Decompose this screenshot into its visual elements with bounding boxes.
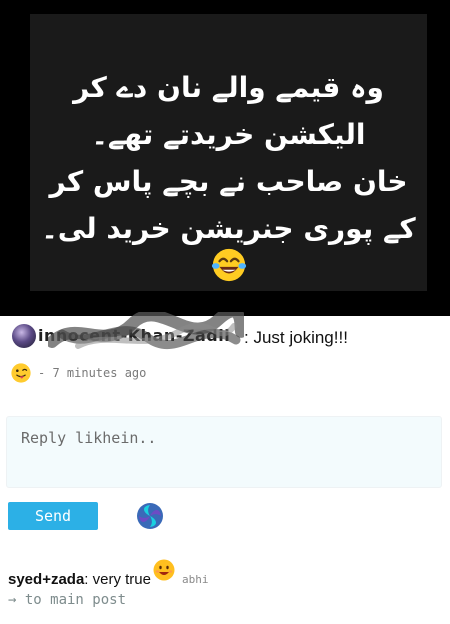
comment-text: : Just joking!!!: [244, 328, 348, 347]
post-image: وہ قیمے والے نان دے کر الیکشن خریدتے تھے…: [0, 0, 450, 316]
main-post-link[interactable]: → to main post: [8, 592, 126, 608]
reply-username[interactable]: syed+zada: [8, 571, 84, 588]
urdu-text: وہ قیمے والے نان دے کر الیکشن خریدتے تھے…: [30, 64, 427, 252]
reply: syed+zada : very true abhi: [8, 558, 444, 588]
username-wrap[interactable]: innocent-Khan-Zadii: [38, 312, 244, 352]
urdu-line-4: کے پوری جنریشن خرید لی۔: [41, 212, 416, 245]
laughing-tears-emoji-icon: [211, 248, 247, 282]
comment-username[interactable]: innocent-Khan-Zadii: [38, 326, 230, 345]
urdu-line-2: الیکشن خریدتے تھے۔: [91, 118, 366, 151]
swirl-loader-icon: [137, 503, 163, 529]
post-panel: وہ قیمے والے نان دے کر الیکشن خریدتے تھے…: [30, 14, 427, 291]
send-button[interactable]: Send: [8, 502, 98, 530]
reply-author: abhi: [181, 573, 209, 586]
comment-meta: - 7 minutes ago: [10, 362, 146, 384]
comment: innocent-Khan-Zadii : Just joking!!!: [8, 312, 444, 362]
avatar[interactable]: [12, 324, 36, 348]
urdu-line-1: وہ قیمے والے نان دے کر: [73, 71, 384, 104]
tongue-out-emoji-icon: [11, 363, 31, 383]
urdu-line-3: خان صاحب نے بچے پاس کر: [49, 165, 408, 198]
reply-text: : very true: [84, 571, 151, 588]
reply-input[interactable]: [6, 416, 442, 488]
grinning-emoji-icon: [153, 559, 175, 581]
comment-time: - 7 minutes ago: [38, 366, 147, 380]
